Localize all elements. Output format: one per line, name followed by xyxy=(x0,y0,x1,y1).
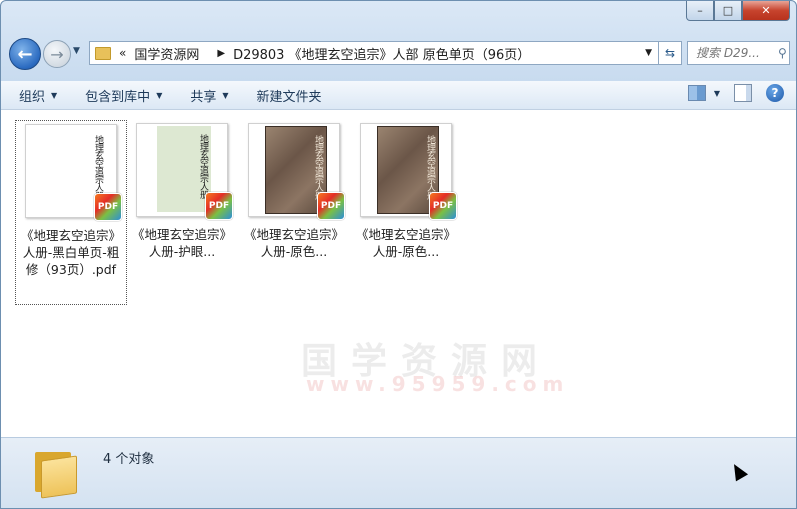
forward-button[interactable]: → xyxy=(43,40,71,68)
folder-icon xyxy=(95,46,111,60)
chevron-down-icon: ▼ xyxy=(222,90,229,100)
chevron-down-icon: ▼ xyxy=(713,88,720,98)
file-item[interactable]: 地理玄空追宗人册 PDF 《地理玄空追宗》人册-原色... xyxy=(351,120,461,260)
file-name: 《地理玄空追宗》人册-原色... xyxy=(243,227,344,259)
back-arrow-icon: ← xyxy=(17,43,33,65)
file-item[interactable]: 地理玄空追宗人册 PDF 《地理玄空追宗》人册-黑白单页-粗修（93页）.pdf xyxy=(15,120,127,305)
share-menu[interactable]: 共享 ▼ xyxy=(180,83,238,107)
watermark-url: www.95959.com xyxy=(306,372,570,396)
breadcrumb-item-root[interactable]: 国学资源网 xyxy=(134,44,199,63)
address-dropdown-icon[interactable]: ▼ xyxy=(645,48,652,58)
chevron-down-icon: ▼ xyxy=(51,90,58,100)
thumbnail-text: 地理玄空追宗人册 xyxy=(313,135,323,199)
breadcrumb-item-current[interactable]: D29803 《地理玄空追宗》人部 原色单页（96页） xyxy=(233,44,530,63)
chevron-down-icon: ▼ xyxy=(156,90,163,100)
pdf-icon: PDF xyxy=(317,192,345,220)
new-folder-label: 新建文件夹 xyxy=(256,89,322,105)
pdf-thumbnail: 地理玄空追宗人册 PDF xyxy=(248,123,345,220)
pdf-thumbnail: 地理玄空追宗人册 PDF xyxy=(136,123,233,220)
include-library-label: 包含到库中 xyxy=(85,89,151,105)
folder-icon xyxy=(35,448,79,499)
recent-pages-dropdown[interactable]: ▼ xyxy=(73,46,80,56)
help-button[interactable]: ? xyxy=(766,84,784,102)
view-controls: ▼ ? xyxy=(687,84,784,102)
page-preview: 地理玄空追宗人册 xyxy=(157,126,211,212)
details-pane: 4 个对象 xyxy=(1,437,796,508)
search-input[interactable] xyxy=(694,45,778,61)
refresh-icon: ⇆ xyxy=(664,46,676,60)
back-button[interactable]: ← xyxy=(9,38,41,70)
caption-buttons: – □ ✕ xyxy=(686,1,790,21)
view-icon xyxy=(687,85,706,101)
preview-pane-button[interactable] xyxy=(734,84,752,102)
thumbnail-text: 地理玄空追宗人册 xyxy=(425,135,435,199)
command-bar: 组织 ▼ 包含到库中 ▼ 共享 ▼ 新建文件夹 ▼ ? xyxy=(1,81,796,110)
new-folder-button[interactable]: 新建文件夹 xyxy=(247,83,332,107)
refresh-button[interactable]: ⇆ xyxy=(659,41,682,65)
file-item[interactable]: 地理玄空追宗人册 PDF 《地理玄空追宗》人册-护眼... xyxy=(127,120,237,260)
maximize-button[interactable]: □ xyxy=(714,1,742,21)
thumbnail-text: 地理玄空追宗人册 xyxy=(198,134,208,198)
explorer-window: – □ ✕ ← → ▼ « 国学资源网 ▶ D29803 《地理玄空追宗》人部 … xyxy=(0,0,797,509)
pdf-thumbnail: 地理玄空追宗人册 PDF xyxy=(25,124,122,221)
share-label: 共享 xyxy=(190,89,217,105)
file-item[interactable]: 地理玄空追宗人册 PDF 《地理玄空追宗》人册-原色... xyxy=(239,120,349,260)
file-name: 《地理玄空追宗》人册-原色... xyxy=(355,227,456,259)
search-box[interactable]: ⚲ xyxy=(687,41,790,65)
search-icon[interactable]: ⚲ xyxy=(778,46,787,60)
pdf-icon: PDF xyxy=(205,192,233,220)
organize-menu[interactable]: 组织 ▼ xyxy=(9,83,67,107)
forward-arrow-icon: → xyxy=(50,44,64,64)
breadcrumb-separator-icon[interactable]: ▶ xyxy=(217,48,225,59)
item-count: 4 个对象 xyxy=(103,452,155,467)
breadcrumb-overflow-icon[interactable]: « xyxy=(119,46,126,60)
pdf-icon: PDF xyxy=(429,192,457,220)
close-button[interactable]: ✕ xyxy=(742,1,790,21)
organize-label: 组织 xyxy=(19,89,46,105)
minimize-button[interactable]: – xyxy=(686,1,714,21)
file-list: 国学资源网 www.95959.com 地理玄空追宗人册 PDF 《地理玄空追宗… xyxy=(1,110,796,436)
file-name: 《地理玄空追宗》人册-黑白单页-粗修（93页）.pdf xyxy=(20,228,121,277)
include-in-library-menu[interactable]: 包含到库中 ▼ xyxy=(75,83,172,107)
address-bar[interactable]: « 国学资源网 ▶ D29803 《地理玄空追宗》人部 原色单页（96页） ▼ xyxy=(89,41,659,65)
thumbnail-text: 地理玄空追宗人册 xyxy=(93,135,103,199)
change-view-button[interactable]: ▼ xyxy=(687,85,720,101)
file-name: 《地理玄空追宗》人册-护眼... xyxy=(131,227,232,259)
help-icon: ? xyxy=(771,86,779,100)
pdf-icon: PDF xyxy=(94,193,122,221)
pdf-thumbnail: 地理玄空追宗人册 PDF xyxy=(360,123,457,220)
navigation-bar: ← → ▼ « 国学资源网 ▶ D29803 《地理玄空追宗》人部 原色单页（9… xyxy=(9,38,790,70)
